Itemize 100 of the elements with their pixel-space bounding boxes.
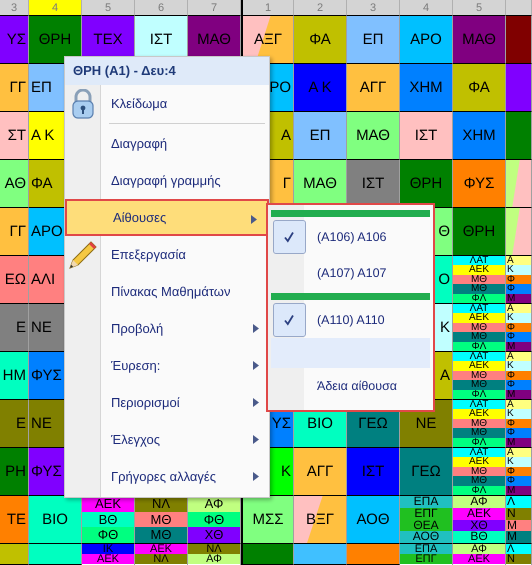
column-header: 3 xyxy=(0,0,29,16)
cell-text: ΑΡΟ xyxy=(31,223,63,240)
cell-text: ΜΑΘ xyxy=(356,127,390,144)
table-cell: ΑΟΘ xyxy=(400,531,452,543)
column-header: 2 xyxy=(294,0,347,16)
cell-text: ΜΑΘ xyxy=(197,31,231,48)
table-cell: Ν xyxy=(506,554,531,564)
table-cell: ΑΕΚ xyxy=(453,265,505,275)
table-cell: ΜΘ xyxy=(453,380,505,390)
cell-text: ΕΩ xyxy=(4,271,26,288)
table-cell: ΛΑΤ xyxy=(453,448,505,458)
cell-text: Ο xyxy=(438,271,450,288)
cell-text: ΥΣ xyxy=(272,415,291,432)
menu-title: ΘΡΗ (Α1) - Δευ:4 xyxy=(65,57,269,85)
menu-item[interactable]: Γρήγορες αλλαγές xyxy=(65,458,269,495)
menu-item[interactable]: Έυρεση: xyxy=(65,347,269,384)
cell-text: ΑΟΘ xyxy=(356,511,390,528)
cell-text: ΧΗΜ xyxy=(462,127,496,144)
cell-text: Α xyxy=(440,367,450,384)
checkmark-icon xyxy=(283,231,295,243)
table-cell: ΛΑΤ xyxy=(453,352,505,362)
cell-text: Α Κ xyxy=(308,79,332,96)
pencil-icon xyxy=(67,238,99,270)
menu-item[interactable]: Επεξεργασία xyxy=(65,236,269,273)
table-cell: Κ xyxy=(506,313,531,323)
cell-text: ΣΤ xyxy=(8,127,26,144)
table-cell: ΑΕΚ xyxy=(82,554,134,564)
menu-item[interactable]: Πίνακας Μαθημάτων xyxy=(65,273,269,310)
padlock-icon xyxy=(71,88,95,118)
cell-text: ΑΛΙ xyxy=(31,271,56,288)
table-cell: Κ xyxy=(506,457,531,467)
cell-text: Ε xyxy=(16,319,26,336)
cell-text: Κ xyxy=(280,463,291,480)
table-cell: Φ xyxy=(506,332,531,342)
cell-text: ΙΣΤ xyxy=(362,175,384,192)
table-cell: ΦΘ xyxy=(188,512,240,528)
table-cell: ΕΠΓ xyxy=(400,554,452,564)
cell-text: ΤΕΧ xyxy=(93,31,123,48)
table-cell: ΑΕΚ xyxy=(453,409,505,419)
table-cell: Α xyxy=(506,256,531,266)
table-cell: Κ xyxy=(506,409,531,419)
column-header: 5 xyxy=(453,0,506,16)
table-cell: ΦΘ xyxy=(82,527,134,543)
table-cell: Φ xyxy=(506,284,531,294)
menu-item[interactable]: Προβολή xyxy=(65,310,269,347)
menu-item[interactable]: Διαγραφή xyxy=(65,125,269,162)
menu-item[interactable]: (Α107) Α107 xyxy=(271,255,430,291)
cell-text: ΑΓΓ xyxy=(306,463,334,480)
cell-text: ΗΜ xyxy=(2,367,26,384)
table-cell: Μ xyxy=(506,520,531,532)
column-header: 3 xyxy=(347,0,400,16)
table-cell: ΑΕΚ xyxy=(453,313,505,323)
table-cell: ΑΕΚ xyxy=(453,554,505,564)
column-header: 1 xyxy=(241,0,294,16)
menu-item[interactable]: Διαγραφή γραμμής xyxy=(65,162,269,199)
menu-item[interactable]: Έλεγχος xyxy=(65,421,269,458)
menu-item[interactable] xyxy=(271,338,430,368)
cell-text: ΑΘ xyxy=(4,175,26,192)
cell-text: ΝΕ xyxy=(31,415,52,432)
menu-item[interactable]: (Α106) Α106 xyxy=(271,219,430,255)
cell-text: ΑΓΓ xyxy=(360,79,386,96)
table-cell: ΑΕΚ xyxy=(453,508,505,520)
table-cell: ΛΑΤ xyxy=(453,400,505,410)
table-cell: Λ xyxy=(506,496,531,508)
table-cell: Φ xyxy=(506,476,531,486)
cell-text: ΤΕ xyxy=(6,511,26,528)
column-header: 6 xyxy=(135,0,188,16)
cell-text: ΦΑ xyxy=(31,175,53,192)
menu-item[interactable]: Αίθουσες xyxy=(65,199,269,236)
table-cell: ΕΠΓ xyxy=(400,508,452,520)
cell-text: ΘΡΗ xyxy=(38,31,72,48)
table-cell: ΧΘ xyxy=(453,520,505,532)
table-cell: Α xyxy=(506,448,531,458)
table-cell: Κ xyxy=(506,361,531,371)
column-header: 4 xyxy=(29,0,82,16)
cell-text: ΓΓ xyxy=(9,79,26,96)
cell-text: ΦΑ xyxy=(309,31,331,48)
table-cell: ΛΑΤ xyxy=(453,304,505,314)
cell-text: ΕΠ xyxy=(310,127,330,144)
cell-text: ΙΣΤ xyxy=(362,463,384,480)
cell-text: ΕΠ xyxy=(362,31,384,48)
menu-item[interactable]: Περιορισμοί xyxy=(65,384,269,421)
table-cell: ΑΕΚ xyxy=(453,457,505,467)
table-cell: ΝΛ xyxy=(188,544,240,554)
menu-item[interactable]: (Α110) Α110 xyxy=(271,302,430,338)
cell-text: ΡΗ xyxy=(5,463,26,480)
cell-text: Κ xyxy=(440,319,450,336)
cell-text: ΦΥΣ xyxy=(31,463,62,480)
table-cell: ΕΠΑ xyxy=(400,496,452,508)
menu-item[interactable]: Κλείδωμα xyxy=(65,85,269,122)
table-cell: Ν xyxy=(506,508,531,520)
cell-text: ΘΡΗ xyxy=(410,175,442,192)
cell-text: ΓΕΩ xyxy=(411,463,441,480)
table-cell: ΜΘ xyxy=(453,284,505,294)
table-cell: ΜΘ xyxy=(135,527,187,543)
cell-text: ΓΕΩ xyxy=(358,415,388,432)
table-cell: ΘΕΑ xyxy=(400,520,452,532)
table-cell: ΛΑΤ xyxy=(453,256,505,266)
cell-text: ΙΣΤ xyxy=(414,127,438,144)
menu-item[interactable]: Άδεια αίθουσα xyxy=(271,368,430,404)
